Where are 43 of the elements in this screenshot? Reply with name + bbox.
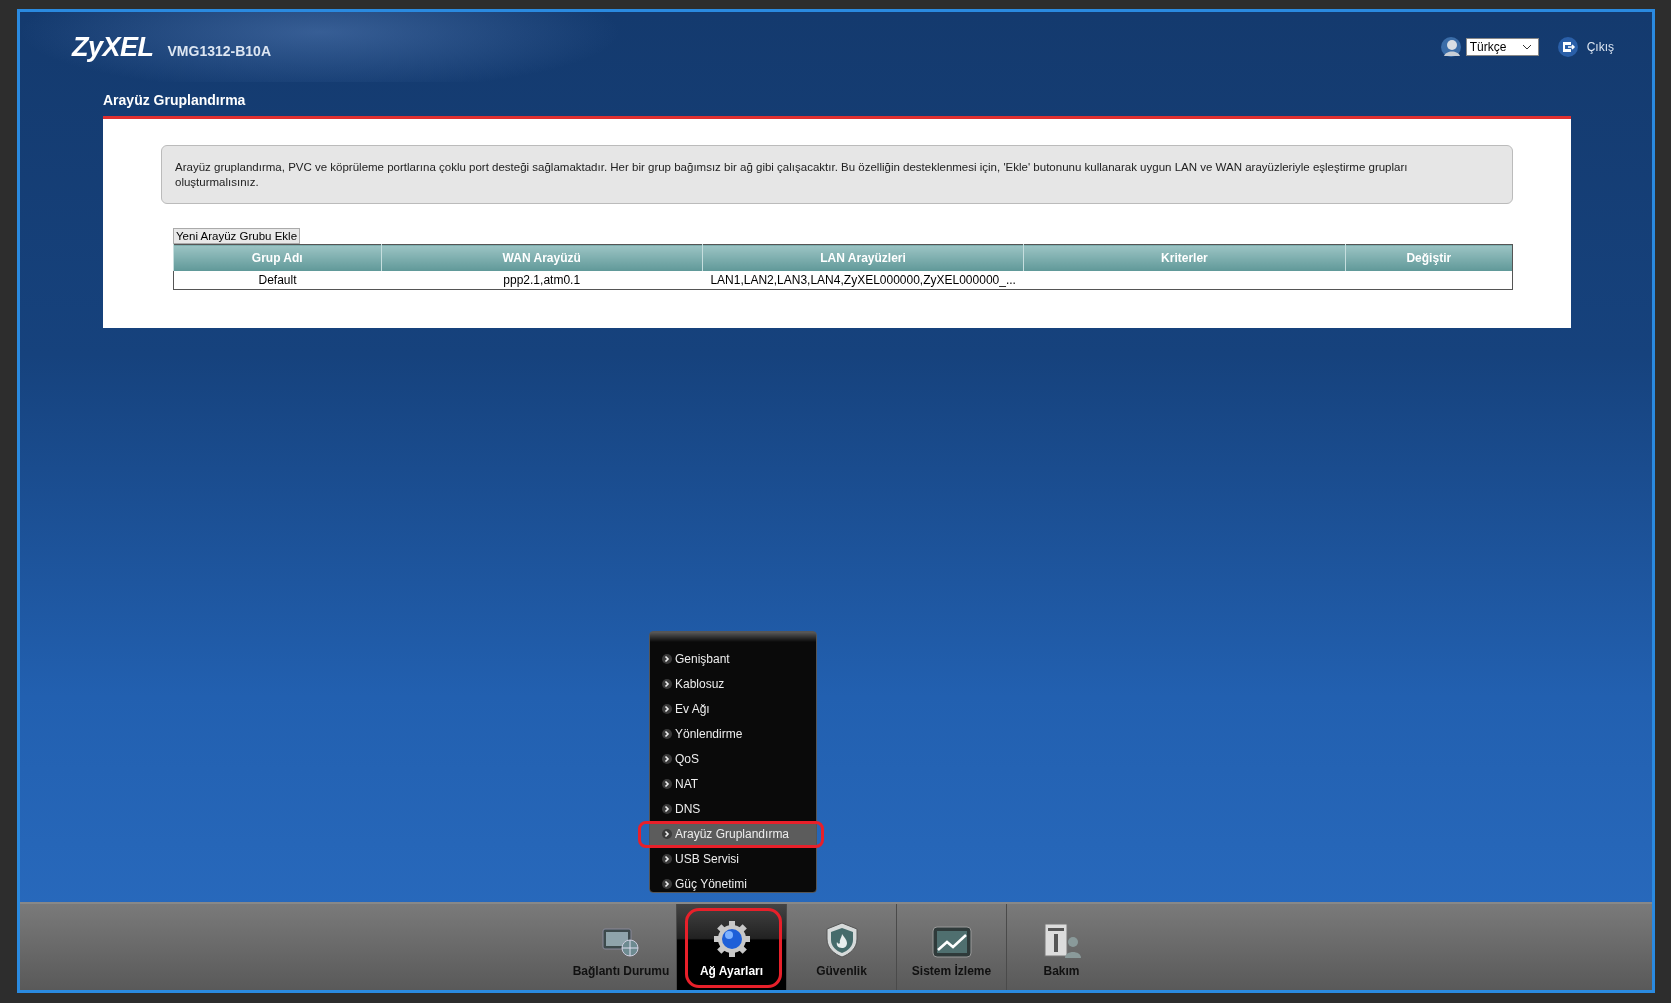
logout-link[interactable]: Çıkış — [1586, 40, 1614, 54]
table-cell: Default — [173, 271, 382, 290]
chevron-icon — [662, 803, 672, 814]
submenu-item[interactable]: Güç Yönetimi — [650, 871, 816, 896]
chevron-icon — [662, 678, 672, 689]
page-title: Arayüz Gruplandırma — [102, 91, 247, 110]
submenu-item[interactable]: QoS — [650, 746, 816, 771]
model-name: VMG1312-B10A — [167, 42, 272, 59]
chevron-icon — [662, 653, 672, 664]
caret-icon — [1521, 44, 1532, 50]
shield-icon — [824, 922, 859, 958]
monitor-globe-icon — [601, 926, 641, 958]
chevron-icon — [662, 703, 672, 714]
submenu-item[interactable]: DNS — [650, 796, 816, 821]
submenu-item[interactable]: Kablosuz — [650, 671, 816, 696]
chevron-icon — [662, 753, 672, 764]
table-cell: LAN1,LAN2,LAN3,LAN4,ZyXEL000000,ZyXEL000000_... — [702, 271, 1024, 290]
chevron-icon — [662, 778, 672, 789]
info-text: Arayüz gruplandırma, PVC ve köprüleme portlarına çoklu port desteği sağlamaktadır. Her bir grup bağımsız bir ağ gibi çalışacaktır. Bu özelliğin desteklenmesi için, 'Ekle' butonunu kullanarak uygun LAN ve WAN arayüzleriyle eşleştirme grupları oluşturmalısınız. — [161, 145, 1513, 204]
language-select[interactable]: Türkçe — [1465, 38, 1539, 56]
submenu-item[interactable]: Yönlendirme — [650, 721, 816, 746]
column-header: Değiştir — [1345, 244, 1513, 271]
submenu-item[interactable]: NAT — [650, 771, 816, 796]
submenu-item[interactable]: USB Servisi — [650, 846, 816, 871]
column-header: WAN Arayüzü — [381, 244, 703, 271]
nav-tab[interactable]: Ağ Ayarları — [676, 904, 786, 990]
logout-icon[interactable] — [1556, 36, 1579, 58]
submenu-item[interactable]: Genişbant — [650, 646, 816, 671]
column-header: Kriterler — [1023, 244, 1346, 271]
chart-monitor-icon — [931, 926, 972, 958]
table-cell: ppp2.1,atm0.1 — [381, 271, 703, 290]
chevron-icon — [662, 853, 672, 864]
gear-icon — [712, 920, 751, 958]
chevron-icon — [662, 728, 672, 739]
chevron-icon — [662, 828, 672, 839]
submenu-item[interactable]: Ev Ağı — [650, 696, 816, 721]
add-group-button[interactable]: Yeni Arayüz Grubu Ekle — [173, 228, 301, 244]
column-header: Grup Adı — [173, 244, 382, 271]
chevron-icon — [662, 878, 672, 889]
column-header: LAN Arayüzleri — [702, 244, 1024, 271]
logo: ZyXEL — [72, 31, 154, 63]
cabinet-person-icon — [1041, 922, 1082, 958]
user-icon — [1439, 36, 1462, 58]
